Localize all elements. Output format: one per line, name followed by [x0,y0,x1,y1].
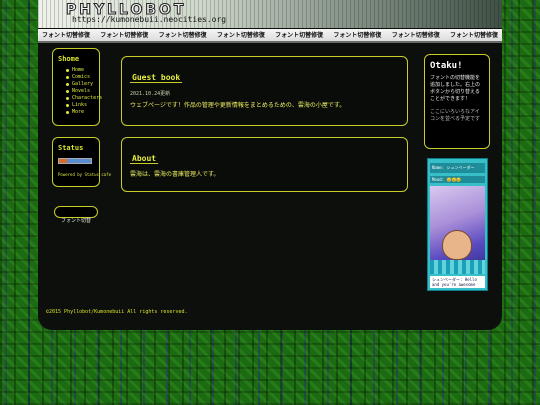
nav-item-1[interactable]: フォント切替修復 [42,29,90,41]
guestbook-title: Guest book [130,73,183,83]
sidebar-menu-title: Shome [58,55,80,63]
guestbook-text: ウェブページです！作品の管理や更新情報をまとめるための、雲海の小屋です。 [130,102,346,109]
widget-name-label: Name: シュンベーダー [430,163,485,173]
widget-mood-label: Mood: [432,177,445,182]
nav-item-4[interactable]: フォント切替修復 [217,29,265,41]
widget-hamster-figure [442,230,472,260]
right-panel-subtext: ここにいろいろなアイコンを並べる予定です [430,109,481,122]
sidebar-item-characters[interactable]: Characters [58,95,102,102]
footer-copyright: ©2015 Phyllobot/Kumonebuii All rights re… [46,309,188,315]
right-panel-title: Otaku! [430,61,463,71]
font-toggle-button[interactable]: フォント切替 [54,206,98,224]
status-widget: Name: シュンベーダー Mood: 😊😊😊 シュンベーダー: Hello a… [427,158,488,291]
status-badge[interactable] [58,158,92,164]
about-title: About [130,154,159,164]
about-text: 雲海は、雲海の書庫管理人です。 [130,171,220,178]
header-banner: PHYLLOBOT https://kumonebuii.neocities.o… [38,0,502,28]
sidebar-item-gallery[interactable]: Gallery [58,81,94,88]
guestbook-box: Guest book 2021.10.24更新 ウェブページです！作品の管理や更… [121,56,408,126]
font-toggle-label: フォント切替 [60,218,91,224]
about-box: About 雲海は、雲海の書庫管理人です。 [121,137,408,192]
status-title: Status [58,144,84,152]
sidebar-item-more[interactable]: More [58,109,94,116]
sidebar-item-home[interactable]: Home [58,67,94,74]
widget-mood-value: 😊😊😊 [446,177,462,182]
sidebar-menu: Shome Home Comics Gallery Novels Charact… [52,48,102,126]
site-url: https://kumonebuii.neocities.org [72,15,227,24]
sidebar-item-comics[interactable]: Comics [58,74,94,81]
nav-item-6[interactable]: フォント切替修復 [333,29,381,41]
nav-item-7[interactable]: フォント切替修復 [392,29,440,41]
nav-item-2[interactable]: フォント切替修復 [100,29,148,41]
sidebar-status: Status Powered by Status cafe [52,137,111,187]
widget-avatar-image [430,186,485,274]
nav-item-8[interactable]: フォント切替修復 [450,29,498,41]
status-powered[interactable]: Powered by Status cafe [58,172,111,177]
widget-message: シュンベーダー: Hello and you're awesome [430,276,485,288]
top-nav: フォント切替修復 フォント切替修復 フォント切替修復 フォント切替修復 フォント… [38,29,502,43]
widget-mood-row: Mood: 😊😊😊 [430,176,485,183]
right-panel-text: フォントの切替機能を追加しました。右上のボタンから切り替えることができます！ [430,75,481,102]
sidebar-item-novels[interactable]: Novels [58,88,94,95]
sidebar-item-links[interactable]: Links [58,102,94,109]
nav-item-5[interactable]: フォント切替修復 [275,29,323,41]
sidebar-menu-list: Home Comics Gallery Novels Characters Li… [58,67,102,116]
widget-floor [430,260,485,274]
guestbook-date: 2021.10.24更新 [130,91,171,97]
nav-item-3[interactable]: フォント切替修復 [159,29,207,41]
right-panel: Otaku! フォントの切替機能を追加しました。右上のボタンから切り替えることが… [424,54,490,149]
